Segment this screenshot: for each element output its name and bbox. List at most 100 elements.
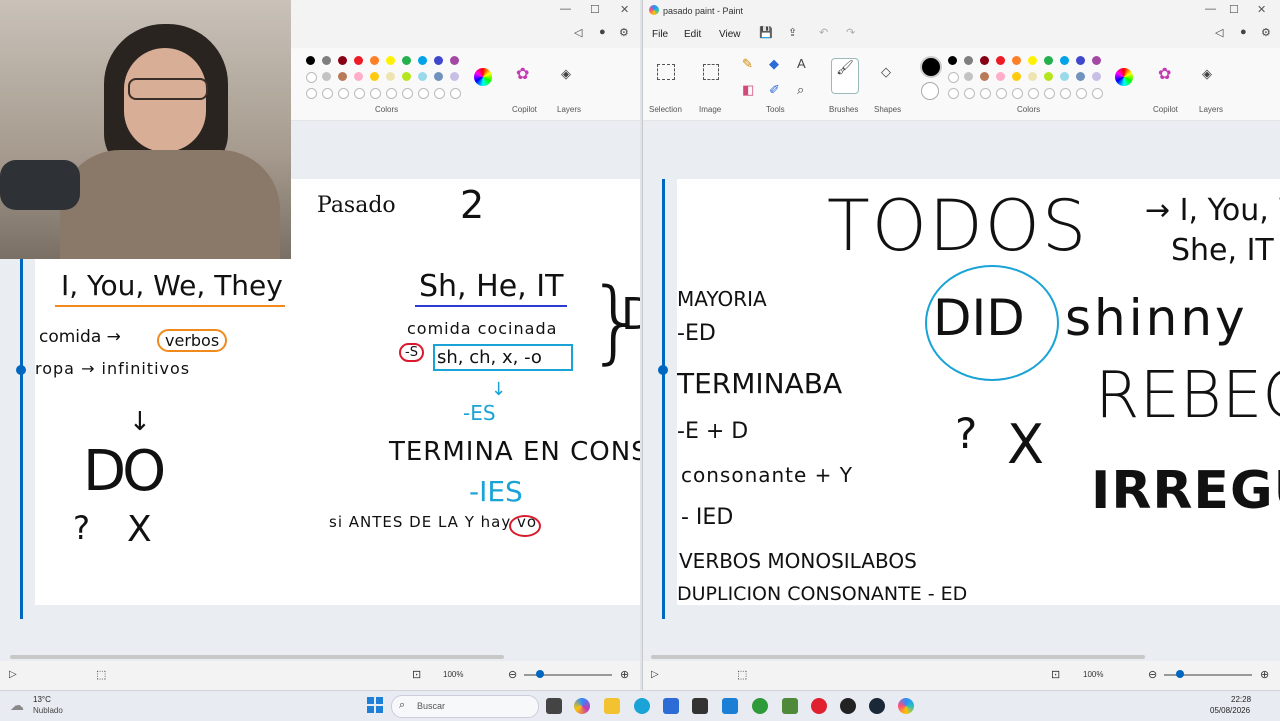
color-swatch[interactable] <box>386 72 395 81</box>
account-icon[interactable]: ● <box>599 26 606 38</box>
color-picker-tool-icon[interactable]: ✐ <box>769 82 780 98</box>
color-swatch[interactable] <box>1060 72 1069 81</box>
fill-icon[interactable]: ◆ <box>769 56 779 72</box>
start-icon[interactable] <box>367 697 383 713</box>
menu-file[interactable]: File <box>652 29 668 40</box>
taskbar-search[interactable]: ⌕ Buscar <box>391 695 539 718</box>
paint-taskbar-icon[interactable] <box>898 698 914 714</box>
color-swatch[interactable] <box>386 56 395 65</box>
redo-icon[interactable]: ↷ <box>846 26 855 39</box>
text-icon[interactable]: A <box>797 56 806 71</box>
color-swatch[interactable] <box>306 88 317 99</box>
share-icon[interactable]: ◁ <box>574 26 582 39</box>
color-swatch[interactable] <box>996 56 1005 65</box>
right-canvas[interactable]: TODOS → I, You, W She, IT DID shinny MAY… <box>677 179 1280 605</box>
clock-date[interactable]: 05/08/2026 <box>1210 706 1250 715</box>
minimize-icon[interactable]: — <box>1205 3 1216 15</box>
right-slider-thumb[interactable] <box>658 365 668 375</box>
color-swatch[interactable] <box>948 72 959 83</box>
color-swatch[interactable] <box>1028 72 1037 81</box>
copilot-icon[interactable]: ✿ <box>516 64 529 84</box>
color-swatch[interactable] <box>1044 88 1055 99</box>
close-icon[interactable]: ✕ <box>620 3 629 16</box>
color-swatch[interactable] <box>306 72 317 83</box>
color-swatch[interactable] <box>322 72 331 81</box>
store-icon[interactable] <box>663 698 679 714</box>
color-swatch[interactable] <box>996 72 1005 81</box>
color-swatch[interactable] <box>980 72 989 81</box>
color-swatch[interactable] <box>964 56 973 65</box>
color-swatch[interactable] <box>1060 56 1069 65</box>
color-swatch[interactable] <box>964 88 975 99</box>
image-icon[interactable] <box>703 64 719 80</box>
xbox-icon[interactable] <box>752 698 768 714</box>
account-icon[interactable]: ● <box>1240 26 1247 38</box>
settings-icon[interactable]: ⚙ <box>1261 26 1271 39</box>
maximize-icon[interactable]: ☐ <box>590 3 600 16</box>
color-swatch[interactable] <box>354 56 363 65</box>
opera-icon[interactable] <box>811 698 827 714</box>
left-zoom-thumb[interactable] <box>536 670 544 678</box>
color-swatch[interactable] <box>450 72 459 81</box>
color-swatch[interactable] <box>338 72 347 81</box>
color-swatch[interactable] <box>322 88 333 99</box>
color-swatch[interactable] <box>386 88 397 99</box>
color-swatch[interactable] <box>996 88 1007 99</box>
fit-icon[interactable]: ⊡ <box>412 668 421 681</box>
color-swatch[interactable] <box>306 56 315 65</box>
edge-icon[interactable] <box>634 698 650 714</box>
color-swatch[interactable] <box>338 56 347 65</box>
color-swatch[interactable] <box>370 56 379 65</box>
selection-icon[interactable] <box>657 64 675 80</box>
minimize-icon[interactable]: — <box>560 3 571 15</box>
color-swatch[interactable] <box>1012 88 1023 99</box>
zoom-out-icon[interactable]: ⊖ <box>1148 668 1157 681</box>
color-swatch[interactable] <box>948 56 957 65</box>
share-icon[interactable]: ◁ <box>1215 26 1223 39</box>
settings-icon[interactable]: ⚙ <box>619 26 629 39</box>
color-swatch[interactable] <box>1028 88 1039 99</box>
left-color-palette[interactable] <box>306 56 466 104</box>
copilot-taskbar-icon[interactable] <box>574 698 590 714</box>
eraser-icon[interactable]: ◧ <box>742 82 754 98</box>
secondary-color-swatch[interactable] <box>921 82 939 100</box>
unity-icon[interactable] <box>692 698 708 714</box>
pencil-icon[interactable]: ✎ <box>742 56 753 72</box>
color-swatch[interactable] <box>450 88 461 99</box>
layers-icon[interactable]: ◈ <box>561 66 571 82</box>
left-zoom-value[interactable]: 100% <box>443 670 463 679</box>
color-swatch[interactable] <box>354 72 363 81</box>
weather-icon[interactable]: ☁ <box>10 697 24 714</box>
magnifier-icon[interactable]: ⌕ <box>797 82 804 98</box>
undo-icon[interactable]: ↶ <box>819 26 828 39</box>
brush-icon[interactable]: 🖌 <box>831 58 859 94</box>
right-zoom-value[interactable]: 100% <box>1083 670 1103 679</box>
color-swatch[interactable] <box>1044 72 1053 81</box>
right-color-palette[interactable] <box>948 56 1108 104</box>
save-icon[interactable]: 💾 <box>759 26 773 39</box>
color-swatch[interactable] <box>1092 72 1101 81</box>
right-vertical-slider[interactable] <box>662 179 665 619</box>
color-swatch[interactable] <box>980 56 989 65</box>
fit-icon[interactable]: ⊡ <box>1051 668 1060 681</box>
color-swatch[interactable] <box>1012 72 1021 81</box>
color-swatch[interactable] <box>322 56 331 65</box>
shapes-icon[interactable]: ◇ <box>881 64 891 80</box>
color-swatch[interactable] <box>1060 88 1071 99</box>
copilot-icon[interactable]: ✿ <box>1158 64 1171 84</box>
color-swatch[interactable] <box>1076 88 1087 99</box>
maximize-icon[interactable]: ☐ <box>1229 3 1239 16</box>
color-swatch[interactable] <box>434 88 445 99</box>
color-swatch[interactable] <box>980 88 991 99</box>
color-picker-icon[interactable] <box>474 68 492 86</box>
minecraft-icon[interactable] <box>782 698 798 714</box>
color-swatch[interactable] <box>964 72 973 81</box>
close-icon[interactable]: ✕ <box>1257 3 1266 16</box>
color-swatch[interactable] <box>1076 56 1085 65</box>
layers-icon[interactable]: ◈ <box>1202 66 1212 82</box>
color-swatch[interactable] <box>402 72 411 81</box>
zoom-in-icon[interactable]: ⊕ <box>620 668 629 681</box>
left-slider-thumb[interactable] <box>16 365 26 375</box>
color-swatch[interactable] <box>402 56 411 65</box>
menu-edit[interactable]: Edit <box>684 29 701 40</box>
